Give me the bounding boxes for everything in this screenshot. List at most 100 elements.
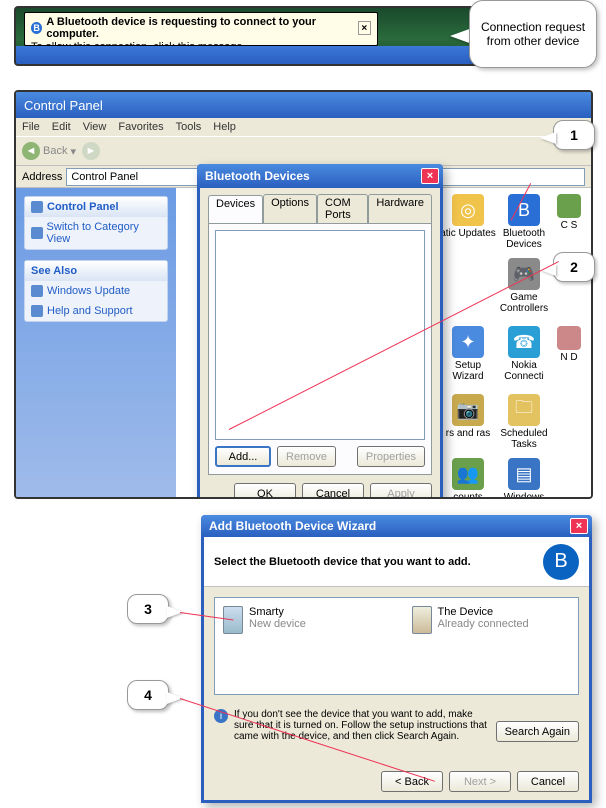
tab-comports[interactable]: COM Ports: [317, 194, 368, 223]
tab-options[interactable]: Options: [263, 194, 317, 223]
tab-devices[interactable]: Devices: [208, 195, 263, 224]
device-smarty[interactable]: Smarty New device: [223, 606, 382, 686]
callout-connection-request: Connection request from other device: [469, 0, 597, 68]
device1-name: Smarty: [249, 606, 306, 618]
menu-edit[interactable]: Edit: [52, 121, 71, 133]
bluetooth-logo-icon: B: [543, 544, 579, 580]
add-button[interactable]: Add...: [215, 446, 271, 467]
menu-file[interactable]: File: [22, 121, 40, 133]
step-3-callout: 3: [127, 594, 169, 624]
device2-status: Already connected: [438, 618, 529, 630]
tab-hardware[interactable]: Hardware: [368, 194, 432, 223]
close-icon[interactable]: ×: [421, 168, 439, 184]
cp-icon-ras[interactable]: 📷 rs and ras: [438, 394, 498, 439]
camera-icon: 📷: [452, 394, 484, 426]
device-listbox[interactable]: [215, 230, 425, 440]
card-icon: ▤: [508, 458, 540, 490]
menu-tools[interactable]: Tools: [176, 121, 202, 133]
sidebox-see-also: See Also Windows Update Help and Support: [24, 260, 168, 322]
tab-pane: Add... Remove Properties: [208, 223, 432, 475]
menu-view[interactable]: View: [83, 121, 107, 133]
add-bluetooth-wizard: Add Bluetooth Device Wizard × Select the…: [201, 515, 592, 803]
dialog-title-bar[interactable]: Bluetooth Devices ×: [197, 164, 443, 188]
cp-icon-n[interactable]: N D: [554, 326, 584, 363]
balloon-close-icon[interactable]: ×: [358, 21, 371, 35]
help-support-link[interactable]: Help and Support: [25, 301, 167, 321]
step-4-callout: 4: [127, 680, 169, 710]
device-the-device[interactable]: The Device Already connected: [412, 606, 571, 686]
wizard-cancel-button[interactable]: Cancel: [517, 771, 579, 792]
wizard-body: Smarty New device The Device Already con…: [204, 587, 589, 752]
cp-icon-c[interactable]: C S: [554, 194, 584, 231]
ok-button[interactable]: OK: [234, 483, 296, 499]
back-button[interactable]: ◄ Back ▾: [22, 142, 76, 160]
balloon-tip[interactable]: B A Bluetooth device is requesting to co…: [24, 12, 378, 46]
sidebox-control-panel: Control Panel Switch to Category View: [24, 196, 168, 250]
back-label: Back: [43, 145, 67, 157]
counts-label: counts: [453, 492, 482, 499]
wizard-device-list[interactable]: Smarty New device The Device Already con…: [214, 597, 579, 695]
setup-label: Setup Wizard: [452, 360, 483, 382]
hs-label: Help and Support: [47, 305, 133, 317]
phone-icon: ☎: [508, 326, 540, 358]
device2-name: The Device: [438, 606, 529, 618]
dialog-footer: OK Cancel Apply: [200, 483, 440, 499]
cp-icon-setup[interactable]: ✦Setup Wizard: [438, 326, 498, 382]
menu-favorites[interactable]: Favorites: [118, 121, 163, 133]
forward-icon: ►: [82, 142, 100, 160]
cp-icon-sched[interactable]: 🗀Scheduled Tasks: [494, 394, 554, 450]
wizard-next-button: Next >: [449, 771, 511, 792]
side-column: Control Panel Switch to Category View Se…: [16, 188, 176, 497]
cp-icon-bluetooth[interactable]: BBluetooth Devices: [494, 194, 554, 250]
step-1-tail: [540, 132, 556, 144]
switch-category-link[interactable]: Switch to Category View: [25, 217, 167, 249]
wizard-header: Select the Bluetooth device that you wan…: [204, 537, 589, 587]
apply-button: Apply: [370, 483, 432, 499]
properties-button: Properties: [357, 446, 425, 467]
ras-label: rs and ras: [446, 428, 490, 439]
forward-button[interactable]: ►: [82, 142, 100, 160]
cp-badge-icon: [31, 201, 43, 213]
bluetooth-icon: B: [31, 22, 42, 34]
tab-strip: Devices Options COM Ports Hardware: [208, 194, 432, 223]
folder-icon: 🗀: [508, 394, 540, 426]
pda-device-icon: [412, 606, 432, 634]
wu-label: Windows Update: [47, 285, 130, 297]
wizard-title: Add Bluetooth Device Wizard: [209, 519, 376, 533]
window-title: Control Panel: [16, 92, 591, 118]
users-icon: 👥: [452, 458, 484, 490]
chevron-down-icon: ▾: [70, 145, 76, 158]
address-label: Address: [22, 171, 62, 183]
wizard-close-icon[interactable]: ×: [570, 518, 588, 534]
windows-update-link[interactable]: Windows Update: [25, 281, 167, 301]
cp-icon-atic[interactable]: ◎atic Updates: [438, 194, 498, 239]
menu-help[interactable]: Help: [213, 121, 236, 133]
wizard-heading: Select the Bluetooth device that you wan…: [214, 556, 543, 568]
generic-icon2: [557, 326, 581, 350]
wand-icon: ✦: [452, 326, 484, 358]
n2-label: N D: [560, 352, 577, 363]
remove-button: Remove: [277, 446, 336, 467]
device1-status: New device: [249, 618, 306, 630]
bluetooth-devices-dialog: Bluetooth Devices × Devices Options COM …: [197, 164, 443, 499]
switch-icon: [31, 227, 43, 239]
cancel-button[interactable]: Cancel: [302, 483, 364, 499]
search-again-button[interactable]: Search Again: [496, 721, 579, 742]
back-icon: ◄: [22, 142, 40, 160]
wizard-info-line: i If you don't see the device that you w…: [214, 709, 579, 742]
step-1-callout: 1: [553, 120, 595, 150]
generic-icon: [557, 194, 581, 218]
nokia-label: Nokia Connecti: [504, 360, 543, 382]
menu-bar: File Edit View Favorites Tools Help: [16, 118, 591, 136]
wizard-title-bar[interactable]: Add Bluetooth Device Wizard ×: [201, 515, 592, 537]
address-value: Control Panel: [71, 171, 138, 183]
bt-label: Bluetooth Devices: [503, 228, 545, 250]
c-label: C S: [561, 220, 578, 231]
cp-icon-cardspace[interactable]: ▤Windows CardSpace: [494, 458, 554, 499]
atic-label: atic Updates: [440, 228, 496, 239]
cp-icon-counts[interactable]: 👥 counts: [438, 458, 498, 499]
bluetooth-big-icon: B: [508, 194, 540, 226]
dialog-title: Bluetooth Devices: [205, 169, 310, 183]
cp-icon-nokia[interactable]: ☎Nokia Connecti: [494, 326, 554, 382]
sidebox2-heading: See Also: [31, 265, 77, 277]
